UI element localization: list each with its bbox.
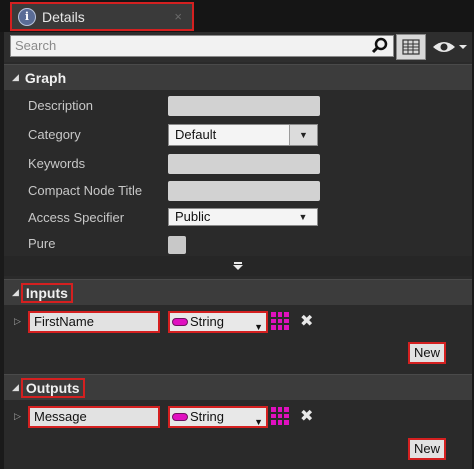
expand-row-icon[interactable]: ▷ [14, 411, 21, 422]
access-specifier-label: Access Specifier [28, 210, 125, 225]
string-pin-icon [172, 318, 188, 326]
category-value: Default [175, 127, 217, 142]
collapse-triangle-icon: ◢ [12, 287, 19, 297]
tab-details[interactable]: i Details × [10, 2, 194, 31]
output-name-field[interactable]: Message [28, 406, 160, 428]
close-icon[interactable]: × [174, 9, 182, 24]
graph-section-title: Graph [24, 69, 67, 86]
new-input-button[interactable]: New [408, 342, 446, 364]
remove-output-icon[interactable]: ✖ [300, 406, 313, 426]
view-options-button[interactable] [396, 34, 426, 60]
output-type-value: String [190, 409, 224, 424]
collapse-triangle-icon: ◢ [12, 382, 19, 392]
keywords-label: Keywords [28, 156, 86, 171]
container-type-icon[interactable] [271, 312, 289, 330]
keywords-field[interactable] [168, 154, 320, 174]
input-type-value: String [190, 314, 224, 329]
tab-bar: i Details × [0, 0, 474, 32]
inputs-section-header[interactable]: ◢ Inputs [4, 279, 472, 305]
outputs-section-title: Outputs [20, 377, 85, 398]
graph-section-header[interactable]: ◢ Graph [4, 64, 472, 90]
string-pin-icon [172, 413, 188, 421]
access-specifier-value: Public [175, 209, 211, 224]
new-output-button[interactable]: New [408, 438, 446, 460]
chevron-down-icon [459, 45, 467, 49]
search-row: Search [4, 32, 472, 62]
compact-node-title-field[interactable] [168, 181, 320, 201]
input-name-field[interactable]: FirstName [28, 311, 160, 333]
eye-icon [433, 42, 455, 52]
collapse-triangle-icon: ◢ [12, 72, 19, 82]
list-grid-icon [402, 39, 420, 55]
search-input[interactable]: Search [10, 35, 394, 57]
chevron-down-icon: ▼ [289, 125, 317, 145]
expand-row-icon[interactable]: ▷ [14, 316, 21, 327]
pure-label: Pure [28, 236, 56, 251]
description-label: Description [28, 98, 94, 113]
chevron-down-icon: ▼ [254, 322, 263, 332]
input-type-dropdown[interactable]: String ▼ [168, 311, 268, 333]
output-type-dropdown[interactable]: String ▼ [168, 406, 268, 428]
chevron-down-icon: ▼ [289, 209, 317, 225]
inputs-section-title: Inputs [20, 282, 73, 303]
search-placeholder: Search [15, 38, 57, 53]
info-icon: i [18, 7, 36, 26]
search-icon[interactable] [371, 37, 389, 55]
category-dropdown[interactable]: Default ▼ [168, 124, 318, 146]
advanced-expander[interactable] [4, 256, 472, 276]
visibility-button[interactable] [432, 36, 470, 58]
tab-title: Details [42, 8, 85, 25]
access-specifier-dropdown[interactable]: Public ▼ [168, 208, 318, 226]
remove-input-icon[interactable]: ✖ [300, 311, 313, 331]
outputs-section-header[interactable]: ◢ Outputs [4, 374, 472, 400]
description-field[interactable] [168, 96, 320, 116]
chevron-down-icon: ▼ [254, 417, 263, 427]
container-type-icon[interactable] [271, 407, 289, 425]
compact-node-title-label: Compact Node Title [28, 183, 143, 198]
expand-arrow-icon [233, 262, 243, 270]
category-label: Category [28, 127, 81, 142]
pure-checkbox[interactable] [168, 236, 186, 254]
